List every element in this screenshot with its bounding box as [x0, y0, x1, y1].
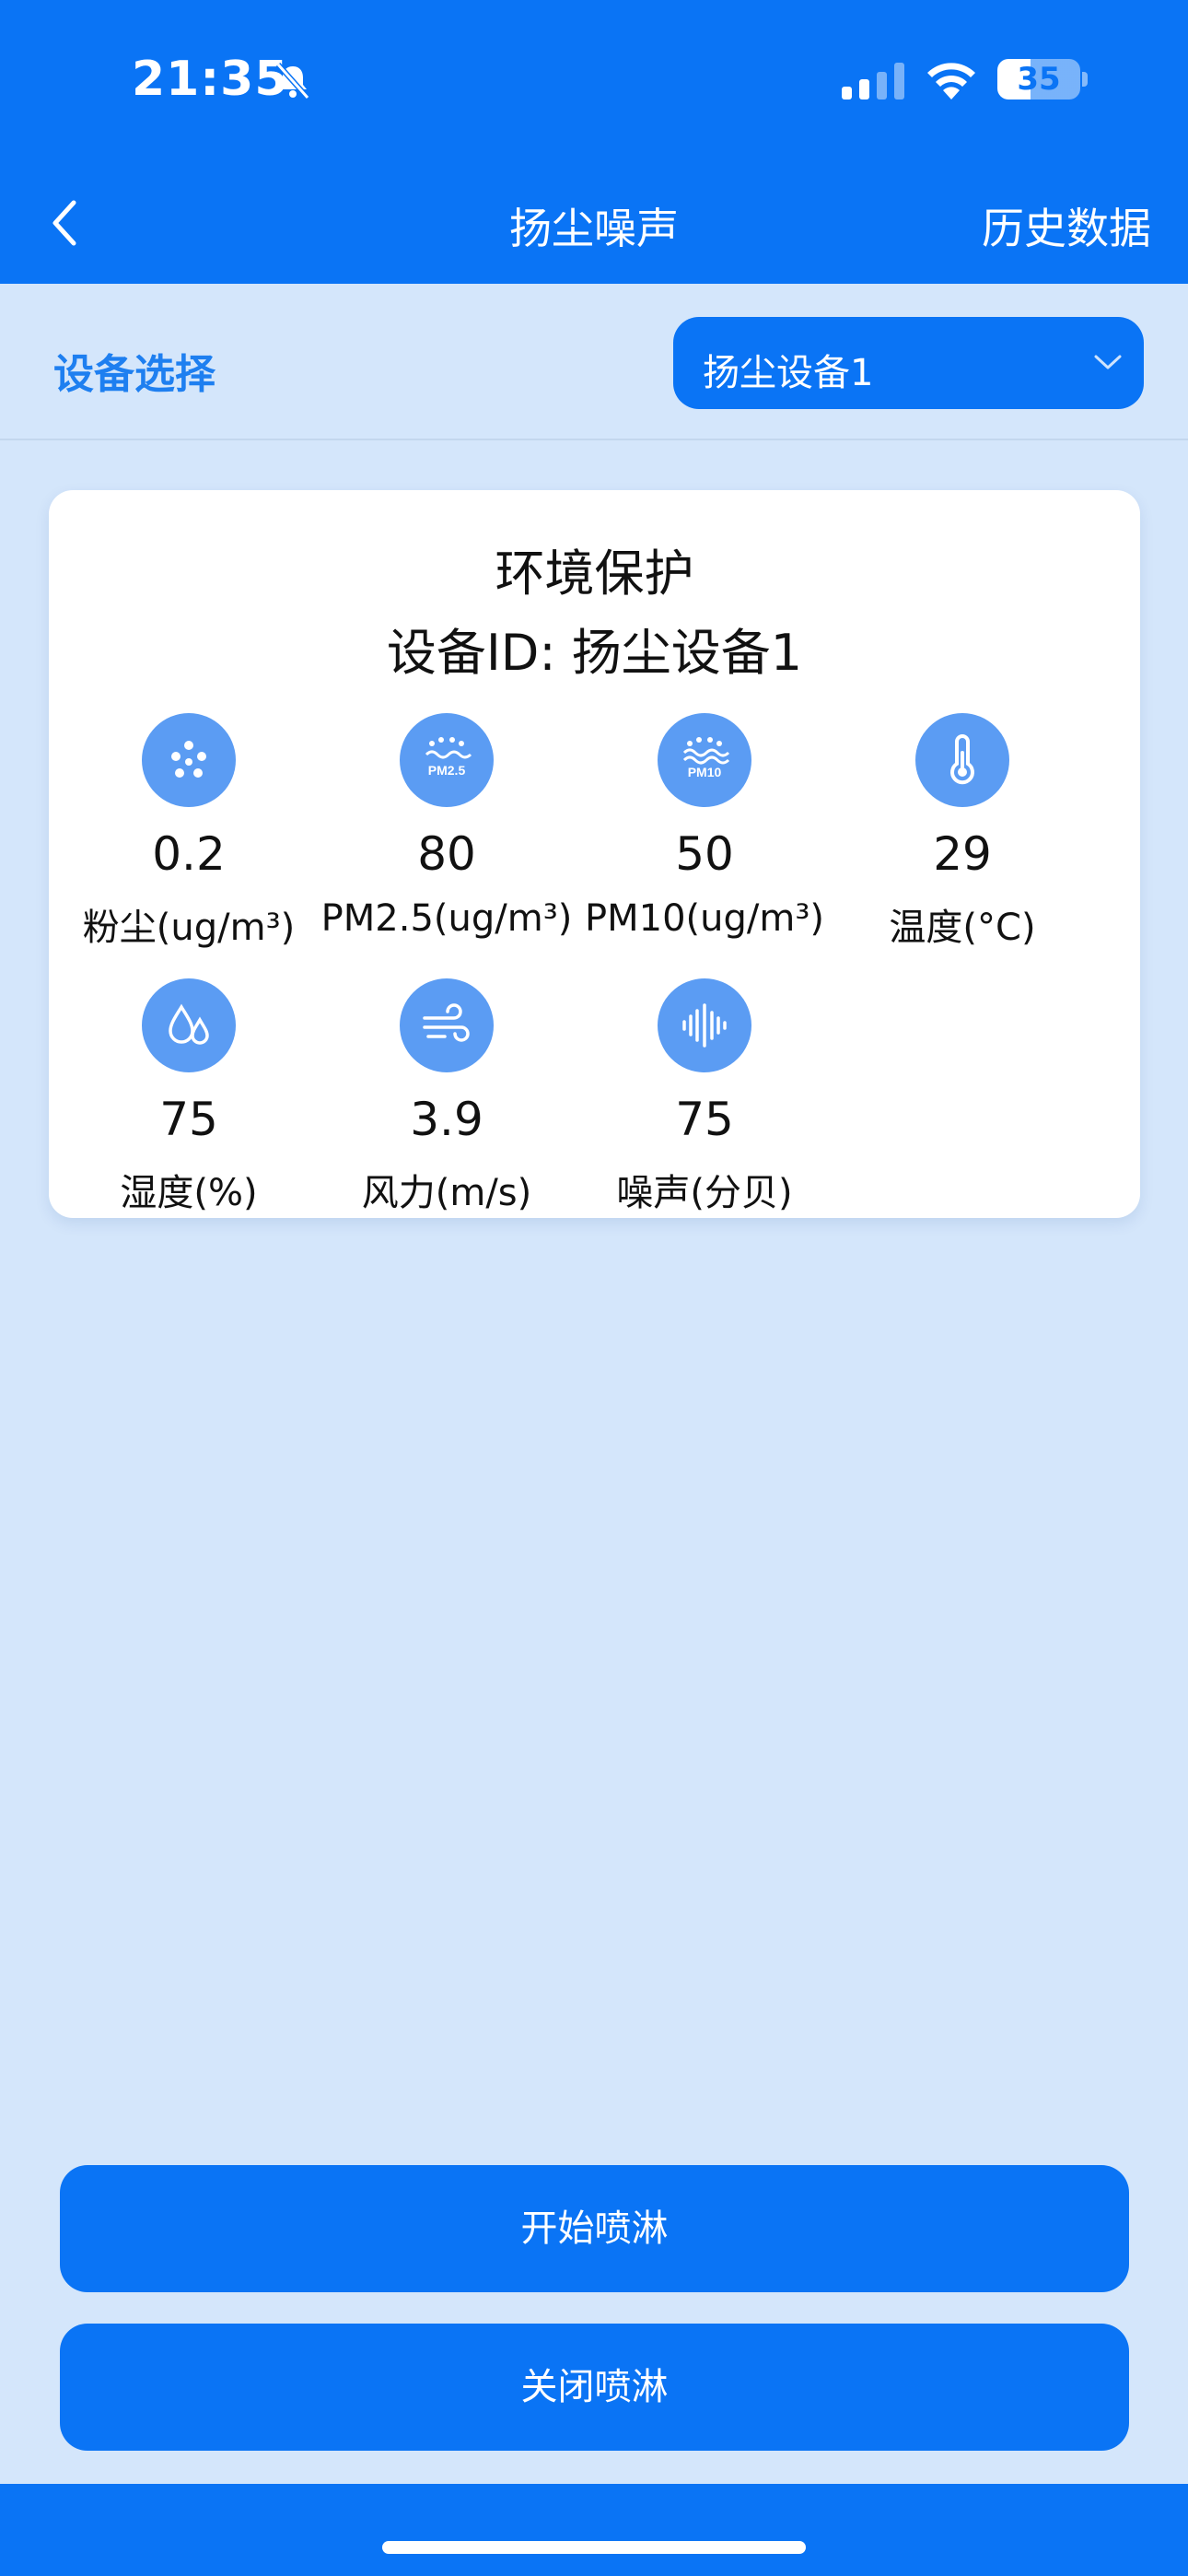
bottom-bar: [0, 2484, 1188, 2576]
home-indicator[interactable]: [382, 2541, 806, 2554]
start-spray-button[interactable]: 开始喷淋: [60, 2165, 1129, 2292]
device-dropdown-value: 扬尘设备1: [703, 352, 874, 394]
cellular-signal-icon: [842, 63, 904, 100]
pm25-badge-text: PM2.5: [428, 763, 466, 778]
status-time: 21:35: [132, 52, 289, 107]
metric-value: 29: [933, 827, 992, 881]
pm25-icon: PM2.5: [400, 713, 494, 807]
metric-value: 0.2: [152, 827, 226, 881]
device-selector-row: 设备选择 扬尘设备1: [0, 284, 1188, 440]
metric-humidity: 75 湿度(%): [60, 978, 318, 1218]
muted-bell-icon: [275, 63, 310, 100]
metric-value: 3.9: [410, 1093, 483, 1146]
environment-card: 环境保护 设备ID: 扬尘设备1 0.2 粉尘(ug/m³) PM2.5 80 …: [49, 490, 1140, 1218]
pm10-icon: PM10: [658, 713, 751, 807]
history-data-button[interactable]: 历史数据: [982, 195, 1151, 256]
wind-icon: [400, 978, 494, 1072]
pm10-badge-text: PM10: [688, 765, 722, 779]
metric-label: 风力(m/s): [361, 1172, 532, 1214]
metric-temperature: 29 温度(°C): [833, 713, 1091, 953]
humidity-icon: [142, 978, 236, 1072]
metric-dust: 0.2 粉尘(ug/m³): [60, 713, 318, 953]
chevron-down-icon: [1094, 355, 1122, 369]
metric-value: 50: [675, 827, 734, 881]
battery-icon: 35: [997, 59, 1080, 100]
metric-label: 噪声(分贝): [616, 1172, 793, 1214]
metric-label: PM10(ug/m³): [585, 897, 824, 940]
device-selector-label: 设备选择: [53, 351, 215, 398]
metric-label: 温度(°C): [889, 907, 1036, 949]
metric-pm25: PM2.5 80 PM2.5(ug/m³): [318, 713, 576, 953]
metric-value: 75: [159, 1093, 218, 1146]
device-dropdown[interactable]: 扬尘设备1: [673, 317, 1144, 409]
device-id-line: 设备ID: 扬尘设备1: [386, 624, 803, 682]
stop-spray-button[interactable]: 关闭喷淋: [60, 2324, 1129, 2451]
app-header: 21:35 35 扬尘噪声 历史数据: [0, 0, 1188, 284]
metric-value: 75: [675, 1093, 734, 1146]
card-title: 环境保护: [495, 544, 694, 603]
metric-pm10: PM10 50 PM10(ug/m³): [576, 713, 833, 953]
metric-label: PM2.5(ug/m³): [320, 897, 573, 940]
sound-wave-icon: [658, 978, 751, 1072]
metric-value: 80: [417, 827, 476, 881]
metric-label: 湿度(%): [120, 1172, 258, 1214]
battery-tip: [1082, 72, 1088, 87]
thermometer-icon: [915, 713, 1009, 807]
wifi-icon: [927, 63, 975, 100]
metric-wind: 3.9 风力(m/s): [318, 978, 576, 1218]
metric-label: 粉尘(ug/m³): [82, 907, 296, 949]
metric-noise: 75 噪声(分贝): [576, 978, 833, 1218]
dust-icon: [142, 713, 236, 807]
battery-level: 35: [1017, 61, 1061, 98]
